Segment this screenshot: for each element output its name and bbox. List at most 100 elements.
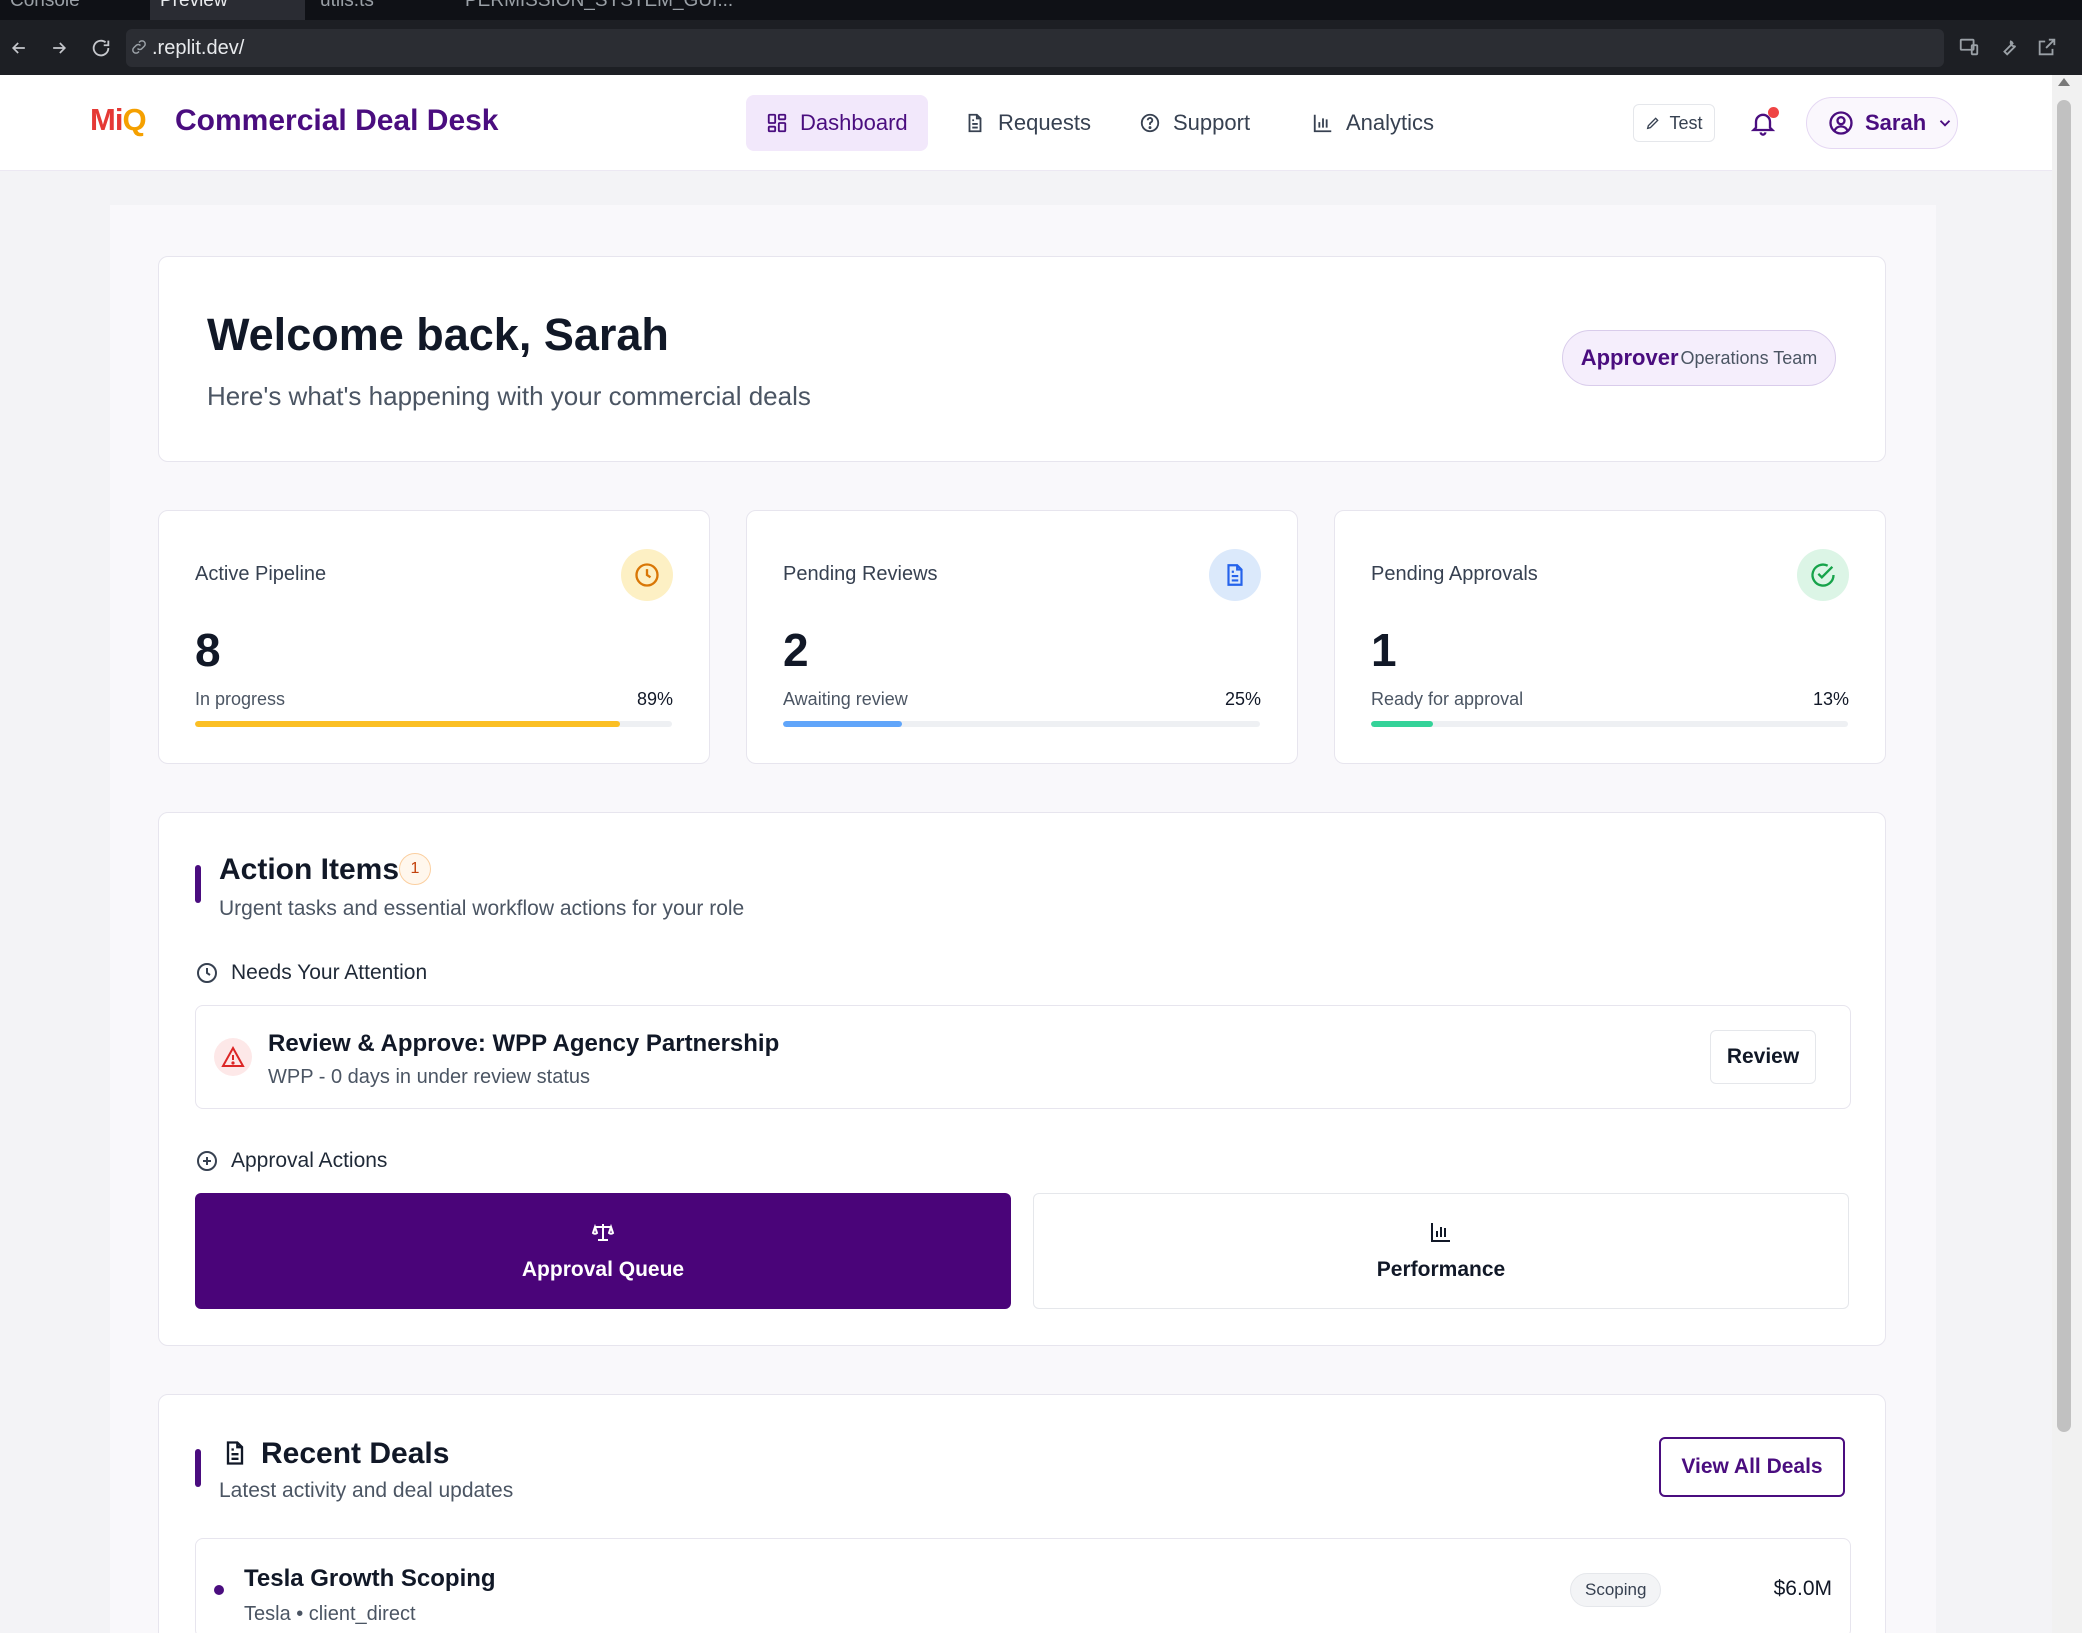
chevron-down-icon <box>1939 120 1951 127</box>
button-label: Performance <box>1376 1258 1506 1281</box>
tab-utils[interactable]: utils.ts <box>310 0 450 20</box>
browser-tab-strip: Console Preview utils.ts PERMISSION_SYST… <box>0 0 2082 20</box>
tab-permission-system[interactable]: PERMISSION_SYSTEM_GUI... <box>455 0 805 20</box>
scroll-up-arrow-icon[interactable] <box>2058 78 2070 86</box>
tab-label: utils.ts <box>320 0 374 11</box>
attention-title: Review & Approve: WPP Agency Partnership <box>268 1030 780 1057</box>
tab-preview[interactable]: Preview <box>150 0 305 20</box>
alert-triangle-icon <box>214 1038 252 1076</box>
notification-bell-icon[interactable] <box>1745 105 1781 141</box>
bar-chart-icon <box>1431 1223 1450 1242</box>
welcome-card: Welcome back, Sarah Here's what's happen… <box>158 256 1886 462</box>
section-subtitle: Urgent tasks and essential workflow acti… <box>219 897 745 920</box>
nav-label: Dashboard <box>800 110 908 135</box>
test-button[interactable]: Test <box>1633 104 1715 142</box>
stat-card-pending-approvals[interactable]: Pending Approvals 1 Ready for approval 1… <box>1334 510 1886 764</box>
stat-label: Pending Reviews <box>783 563 938 585</box>
team-label: Operations Team <box>1680 347 1818 368</box>
tab-label: Console <box>10 0 80 11</box>
nav-label: Support <box>1173 110 1251 135</box>
view-all-deals-button[interactable]: View All Deals <box>1659 1437 1845 1497</box>
stat-label: Active Pipeline <box>195 563 327 585</box>
progress-fill <box>1371 721 1433 727</box>
tab-label: Preview <box>160 0 228 11</box>
stat-value: 2 <box>783 624 809 676</box>
review-button[interactable]: Review <box>1710 1030 1816 1084</box>
nav-label: Analytics <box>1346 110 1435 135</box>
document-icon <box>1209 549 1261 601</box>
forward-icon[interactable] <box>44 33 74 63</box>
role-label: Approver <box>1580 345 1679 370</box>
stat-value: 8 <box>195 624 221 676</box>
deal-row[interactable]: Tesla Growth Scoping Tesla • client_dire… <box>195 1538 1851 1633</box>
progress-fill <box>195 721 620 727</box>
nav-analytics[interactable]: Analytics <box>1292 95 1454 151</box>
stat-label: Pending Approvals <box>1371 563 1538 585</box>
stat-value: 1 <box>1371 624 1397 676</box>
button-label: Approval Queue <box>521 1258 685 1281</box>
count-badge: 1 <box>399 853 431 885</box>
app-title: Commercial Deal Desk <box>175 104 499 137</box>
scrollbar-thumb[interactable] <box>2057 100 2071 1432</box>
deal-amount: $6.0M <box>1773 1577 1832 1600</box>
stat-card-active-pipeline[interactable]: Active Pipeline 8 In progress 89% <box>158 510 710 764</box>
progress-fill <box>783 721 903 727</box>
help-circle-icon <box>1140 113 1160 133</box>
action-items-card: Action Items 1 Urgent tasks and essentia… <box>158 812 1886 1346</box>
performance-button[interactable]: Performance <box>1033 1193 1849 1309</box>
subheading-label: Approval Actions <box>231 1149 388 1172</box>
test-label: Test <box>1669 112 1703 133</box>
stat-sub: Ready for approval <box>1371 689 1524 709</box>
progress-track <box>1371 721 1848 727</box>
approval-actions-heading: Approval Actions <box>195 1149 387 1173</box>
devices-icon[interactable] <box>1956 34 1982 60</box>
clock-icon <box>621 549 673 601</box>
section-accent-bar <box>195 1449 201 1487</box>
user-menu-button[interactable]: Sarah <box>1806 97 1958 149</box>
stat-percent: 89% <box>636 689 673 709</box>
pencil-icon <box>1647 117 1660 130</box>
external-link-icon[interactable] <box>2034 34 2060 60</box>
nav-dashboard[interactable]: Dashboard <box>746 95 928 151</box>
wrench-icon[interactable] <box>1996 34 2022 60</box>
url-text: .replit.dev/ <box>152 37 245 59</box>
bar-chart-icon <box>1313 114 1332 133</box>
section-title: Action Items <box>219 853 400 886</box>
attention-subtitle: WPP - 0 days in under review status <box>268 1066 590 1088</box>
needs-attention-heading: Needs Your Attention <box>195 961 427 985</box>
back-icon[interactable] <box>4 33 34 63</box>
stage-badge: Scoping <box>1570 1573 1662 1607</box>
stat-card-pending-reviews[interactable]: Pending Reviews 2 Awaiting review 25% <box>746 510 1298 764</box>
tab-console[interactable]: Console <box>0 0 140 20</box>
check-circle-icon <box>1797 549 1849 601</box>
status-dot <box>214 1585 224 1595</box>
stat-sub: In progress <box>195 689 286 709</box>
attention-item[interactable]: Review & Approve: WPP Agency Partnership… <box>195 1005 1851 1109</box>
welcome-title: Welcome back, Sarah <box>207 309 669 360</box>
notification-dot <box>1768 107 1779 118</box>
nav-requests[interactable]: Requests <box>944 95 1111 151</box>
deal-name: Tesla Growth Scoping <box>244 1565 496 1592</box>
nav-label: Requests <box>998 110 1091 135</box>
nav-support[interactable]: Support <box>1119 95 1270 151</box>
progress-track <box>195 721 672 727</box>
subheading-label: Needs Your Attention <box>231 961 428 984</box>
reload-icon[interactable] <box>86 33 116 63</box>
deal-meta: Tesla • client_direct <box>244 1603 416 1625</box>
stat-percent: 13% <box>1812 689 1849 709</box>
miq-logo[interactable]: MiQ <box>90 102 147 138</box>
user-circle-icon <box>1829 111 1853 135</box>
section-title: Recent Deals <box>261 1437 450 1470</box>
grid-icon <box>767 113 787 133</box>
user-name: Sarah <box>1865 110 1927 135</box>
plus-circle-icon <box>197 1151 217 1171</box>
approval-queue-button[interactable]: Approval Queue <box>195 1193 1011 1309</box>
role-badge: Approver Operations Team <box>1562 330 1836 386</box>
link-icon <box>130 38 148 61</box>
clock-icon <box>197 963 217 983</box>
stat-percent: 25% <box>1224 689 1261 709</box>
section-subtitle: Latest activity and deal updates <box>219 1479 514 1502</box>
app-header: MiQ Commercial Deal Desk Dashboard Reque… <box>0 75 2052 171</box>
section-accent-bar <box>195 865 201 903</box>
url-field[interactable] <box>126 29 1944 67</box>
